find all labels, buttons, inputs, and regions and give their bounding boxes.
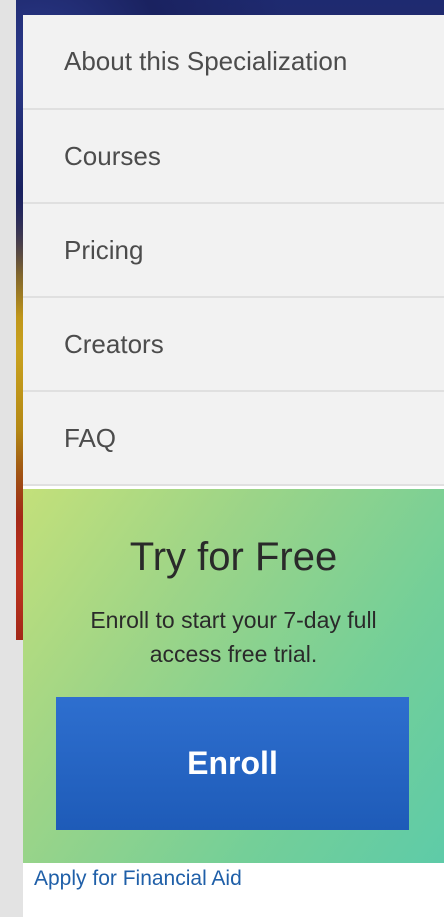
nav-item-label: About this Specialization (64, 46, 348, 76)
nav-item-about[interactable]: About this Specialization (23, 15, 444, 110)
nav-item-creators[interactable]: Creators (23, 298, 444, 392)
trial-description: Enroll to start your 7-day full access f… (90, 607, 377, 667)
nav-item-faq[interactable]: FAQ (23, 392, 444, 486)
trial-title: Try for Free (129, 535, 338, 579)
nav-item-label: FAQ (64, 422, 117, 453)
section-nav: About this Specialization Courses Pricin… (23, 15, 444, 486)
nav-item-label: Courses (64, 140, 161, 171)
enroll-button[interactable]: Enroll (56, 697, 409, 830)
nav-item-courses[interactable]: Courses (23, 110, 444, 204)
nav-item-pricing[interactable]: Pricing (23, 204, 444, 298)
nav-item-label: Creators (64, 328, 164, 359)
nav-item-label: Pricing (64, 234, 144, 265)
financial-aid-link[interactable]: Apply for Financial Aid (34, 868, 242, 889)
free-trial-card: Try for Free Enroll to start your 7-day … (23, 489, 444, 863)
page-gutter (0, 0, 16, 917)
sidebar-panel: About this Specialization Courses Pricin… (23, 15, 444, 917)
